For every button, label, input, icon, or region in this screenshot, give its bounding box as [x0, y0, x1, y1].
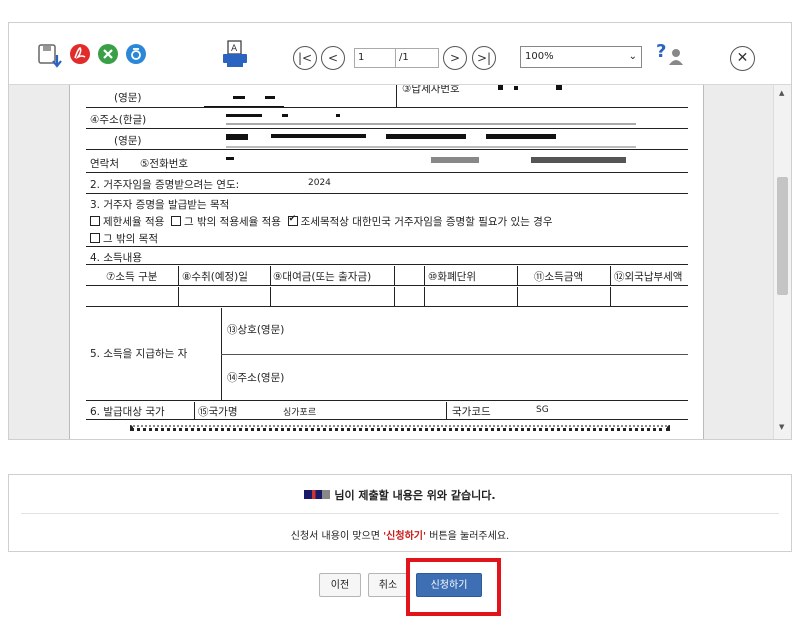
checkbox-other-purpose[interactable]: [90, 233, 100, 243]
underline: [204, 106, 284, 107]
last-page-icon[interactable]: >|: [472, 46, 496, 70]
highlight-box: [406, 558, 501, 616]
redacted-taxpayer-no-2: [514, 86, 518, 90]
address-kr-dotted: [226, 123, 636, 125]
prev-page-icon[interactable]: <: [321, 46, 345, 70]
svg-text:A: A: [231, 44, 238, 54]
income-header-date: ⑧수취(예정)일: [182, 271, 248, 283]
redacted-address-en-4: [486, 134, 556, 139]
redacted-taxpayer-no-3: [556, 85, 562, 90]
document-area[interactable]: (영문) ③납세자번호 ④주소(한글) (영문) 연락처 ⑤전화번호 2. 거주…: [9, 85, 791, 439]
taxpayer-no-label: ③납세자번호: [402, 85, 460, 95]
country-name-value: 싱가포르: [283, 408, 317, 418]
prev-button[interactable]: 이전: [319, 573, 361, 597]
country-code-value: SG: [536, 405, 549, 415]
print-icon[interactable]: A: [220, 39, 247, 67]
pdf-icon[interactable]: [69, 43, 91, 65]
close-icon[interactable]: ✕: [730, 46, 755, 71]
chevron-down-icon: ⌄: [628, 51, 637, 62]
row-payer: 5. 소득을 지급하는 자 ⑬상호(영문) ⑭주소(영문): [86, 308, 688, 401]
redacted-phone: [226, 157, 234, 160]
next-page-icon[interactable]: >: [443, 46, 467, 70]
row-contact: 연락처 ⑤전화번호: [86, 151, 688, 173]
redacted-address-en-2: [271, 134, 366, 138]
vertical-scrollbar[interactable]: ▲ ▼: [773, 85, 791, 439]
redacted-address-kr-2: [282, 114, 288, 117]
document-viewer: A |< < 1 /1 > >| 100% ⌄ ? ✕ (영문) ③납세자번호 …: [8, 22, 792, 440]
row-english-name: (영문) ③납세자번호: [86, 85, 688, 108]
row-income-label: 4. 소득내용: [86, 248, 688, 265]
instruction-pre: 신청서 내용이 맞으면: [290, 531, 384, 542]
country-code-label: 국가코드: [452, 406, 491, 418]
cropped-footnote: [130, 425, 670, 431]
save-icon[interactable]: [37, 43, 62, 68]
checkbox-other-rate[interactable]: [171, 216, 181, 226]
checkbox-limited-rate[interactable]: [90, 216, 100, 226]
income-data-row: [86, 287, 688, 307]
income-header-type: ⑦소득 구분: [106, 271, 158, 283]
confirmation-text: 님이 제출할 내용은 위와 같습니다.: [334, 489, 496, 502]
redacted-email-2: [531, 157, 626, 163]
address-en-dotted: [226, 146, 636, 148]
year-label: 2. 거주자임을 증명받으려는 연도:: [90, 179, 240, 191]
instruction-post: 버튼을 눌러주세요.: [426, 531, 510, 542]
page-number-input[interactable]: 1: [354, 48, 396, 68]
country-name-label: ⑮국가명: [198, 406, 238, 418]
address-en-label: (영문): [114, 135, 142, 147]
confirmation-line-1: 님이 제출할 내용은 위와 같습니다.: [9, 487, 791, 503]
redacted-address-en: [226, 134, 248, 140]
purpose-opt4: 그 밖의 목적: [103, 233, 158, 245]
scroll-down-icon[interactable]: ▼: [779, 423, 784, 431]
income-label: 4. 소득내용: [90, 252, 142, 264]
row-purpose: 3. 거주자 증명을 발급받는 목적 제한세율 적용 그 밖의 적용세율 적용 …: [86, 195, 688, 247]
hwp-icon[interactable]: [125, 43, 147, 65]
scroll-up-icon[interactable]: ▲: [779, 89, 784, 97]
purpose-opt1: 제한세율 적용: [103, 216, 165, 228]
redacted-email: [431, 157, 479, 163]
income-header-currency: ⑩화폐단위: [428, 271, 477, 283]
confirmation-panel: 님이 제출할 내용은 위와 같습니다. 신청서 내용이 맞으면 '신청하기' 버…: [8, 474, 792, 552]
svg-text:?: ?: [656, 41, 666, 62]
purpose-opt2: 그 밖의 적용세율 적용: [184, 216, 281, 228]
viewer-toolbar: A |< < 1 /1 > >| 100% ⌄ ? ✕: [9, 23, 791, 85]
excel-icon[interactable]: [97, 43, 119, 65]
redacted-name: [233, 96, 245, 99]
row-country: 6. 발급대상 국가 ⑮국가명 싱가포르 국가코드 SG: [86, 402, 688, 420]
page-total: /1: [395, 48, 439, 68]
row-year: 2. 거주자임을 증명받으려는 연도: 2024: [86, 174, 688, 194]
redacted-username: [304, 490, 331, 499]
redacted-address-kr-3: [336, 114, 340, 117]
payer-divider: [221, 354, 688, 355]
instruction-accent: '신청하기': [383, 531, 427, 542]
first-page-icon[interactable]: |<: [293, 46, 317, 70]
income-header-row: ⑦소득 구분 ⑧수취(예정)일 ⑨대여금(또는 출자금) ⑩화폐단위 ⑪소득금액…: [86, 266, 688, 286]
cancel-button[interactable]: 취소: [368, 573, 408, 597]
info-divider: [21, 513, 779, 514]
checkbox-tax-residency[interactable]: [287, 214, 298, 226]
confirmation-line-2: 신청서 내용이 맞으면 '신청하기' 버튼을 눌러주세요.: [9, 527, 791, 542]
purpose-opt3: 조세목적상 대한민국 거주자임을 증명할 필요가 있는 경우: [300, 216, 553, 228]
income-header-tax: ⑫외국납부세액: [614, 271, 683, 283]
scroll-thumb[interactable]: [777, 177, 788, 295]
row-address-en: (영문): [86, 130, 688, 150]
redacted-address-kr: [226, 114, 262, 117]
address-kr-label: ④주소(한글): [90, 114, 147, 126]
zoom-value: 100%: [525, 51, 554, 62]
income-header-amount: ⑪소득금액: [534, 271, 584, 283]
redacted-name-2: [265, 96, 275, 99]
form-page: (영문) ③납세자번호 ④주소(한글) (영문) 연락처 ⑤전화번호 2. 거주…: [69, 85, 704, 439]
redacted-address-en-3: [386, 134, 466, 139]
income-header-loan: ⑨대여금(또는 출자금): [273, 271, 372, 283]
country-label: 6. 발급대상 국가: [90, 406, 165, 418]
help-icon[interactable]: ?: [654, 37, 684, 67]
row-address-kr: ④주소(한글): [86, 109, 688, 129]
redacted-taxpayer-no: [498, 85, 503, 90]
zoom-select[interactable]: 100% ⌄: [520, 46, 642, 68]
